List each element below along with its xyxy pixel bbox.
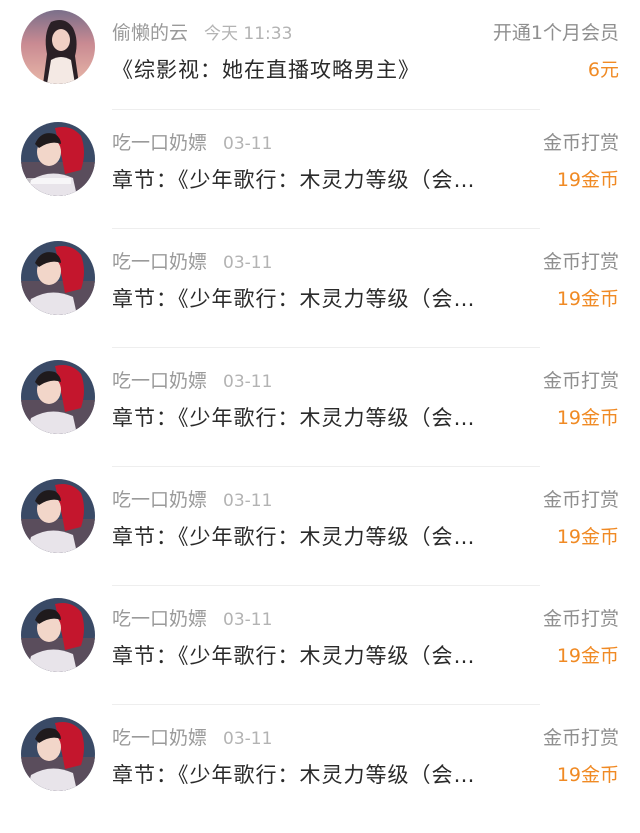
user-name[interactable]: 吃一口奶嫖 03-11 xyxy=(112,366,272,393)
record-amount: 19金币 xyxy=(556,169,619,191)
list-item[interactable]: 吃一口奶嫖 03-11 金币打赏 章节：《少年歌行：木灵力等级（会… 19金币 xyxy=(0,467,640,586)
record-title: 章节：《少年歌行：木灵力等级（会… xyxy=(112,406,476,430)
list-item[interactable]: 吃一口奶嫖 03-11 金币打赏 章节：《少年歌行：木灵力等级（会… 19金币 xyxy=(0,229,640,348)
record-time: 03-11 xyxy=(223,253,273,273)
user-name-text[interactable]: 吃一口奶嫖 xyxy=(112,608,207,630)
list-item[interactable]: 吃一口奶嫖 03-11 金币打赏 章节：《少年歌行：木灵力等级（会… 19金币 xyxy=(0,705,640,824)
user-avatar-boy-red-hat-icon[interactable] xyxy=(21,717,95,791)
user-name-text[interactable]: 吃一口奶嫖 xyxy=(112,370,207,392)
user-name[interactable]: 吃一口奶嫖 03-11 xyxy=(112,128,272,155)
user-name-text[interactable]: 吃一口奶嫖 xyxy=(112,489,207,511)
record-time: 03-11 xyxy=(223,372,273,392)
list-item[interactable]: 吃一口奶嫖 03-11 金币打赏 章节：《少年歌行：木灵力等级（会… 19金币 xyxy=(0,110,640,229)
record-title: 章节：《少年歌行：木灵力等级（会… xyxy=(112,287,476,311)
user-name-text[interactable]: 偷懒的云 xyxy=(112,22,188,44)
record-time: 03-11 xyxy=(223,610,273,630)
record-action: 开通1个月会员 xyxy=(492,22,619,44)
list-item[interactable]: 吃一口奶嫖 03-11 金币打赏 章节：《少年歌行：木灵力等级（会… 19金币 xyxy=(0,348,640,467)
record-amount: 19金币 xyxy=(556,288,619,310)
record-action: 金币打赏 xyxy=(542,727,619,749)
record-title: 章节：《少年歌行：木灵力等级（会… xyxy=(112,763,476,787)
user-name[interactable]: 吃一口奶嫖 03-11 xyxy=(112,247,272,274)
user-avatar-boy-red-hat-icon[interactable] xyxy=(21,360,95,434)
record-time: 今天 11:33 xyxy=(204,24,293,44)
record-amount: 19金币 xyxy=(556,407,619,429)
record-amount: 6元 xyxy=(587,59,619,81)
user-name-text[interactable]: 吃一口奶嫖 xyxy=(112,132,207,154)
user-name[interactable]: 吃一口奶嫖 03-11 xyxy=(112,604,272,631)
record-time: 03-11 xyxy=(223,134,273,154)
record-title: 章节：《少年歌行：木灵力等级（会… xyxy=(112,644,476,668)
record-action: 金币打赏 xyxy=(542,370,619,392)
record-title: 章节：《少年歌行：木灵力等级（会… xyxy=(112,525,476,549)
reward-record-list: 偷懒的云 今天 11:33 开通1个月会员 《综影视：她在直播攻略男主》 6元 吃… xyxy=(0,0,640,824)
user-avatar-girl-sunset-icon[interactable] xyxy=(21,10,95,84)
user-avatar-boy-red-hat-icon[interactable] xyxy=(21,241,95,315)
record-title: 章节：《少年歌行：木灵力等级（会… xyxy=(112,168,476,192)
record-action: 金币打赏 xyxy=(542,132,619,154)
user-avatar-boy-red-hat-icon[interactable] xyxy=(21,598,95,672)
record-action: 金币打赏 xyxy=(542,489,619,511)
list-item[interactable]: 偷懒的云 今天 11:33 开通1个月会员 《综影视：她在直播攻略男主》 6元 xyxy=(0,0,640,110)
record-time: 03-11 xyxy=(223,491,273,511)
record-action: 金币打赏 xyxy=(542,251,619,273)
record-amount: 19金币 xyxy=(556,526,619,548)
user-name[interactable]: 吃一口奶嫖 03-11 xyxy=(112,723,272,750)
list-item[interactable]: 吃一口奶嫖 03-11 金币打赏 章节：《少年歌行：木灵力等级（会… 19金币 xyxy=(0,586,640,705)
record-title: 《综影视：她在直播攻略男主》 xyxy=(112,58,420,82)
user-name-text[interactable]: 吃一口奶嫖 xyxy=(112,727,207,749)
user-name-text[interactable]: 吃一口奶嫖 xyxy=(112,251,207,273)
record-amount: 19金币 xyxy=(556,764,619,786)
record-amount: 19金币 xyxy=(556,645,619,667)
record-time: 03-11 xyxy=(223,729,273,749)
user-avatar-boy-red-hat-icon[interactable] xyxy=(21,479,95,553)
user-avatar-boy-red-hat-icon[interactable] xyxy=(21,122,95,196)
record-action: 金币打赏 xyxy=(542,608,619,630)
user-name[interactable]: 吃一口奶嫖 03-11 xyxy=(112,485,272,512)
user-name[interactable]: 偷懒的云 今天 11:33 xyxy=(112,18,292,45)
